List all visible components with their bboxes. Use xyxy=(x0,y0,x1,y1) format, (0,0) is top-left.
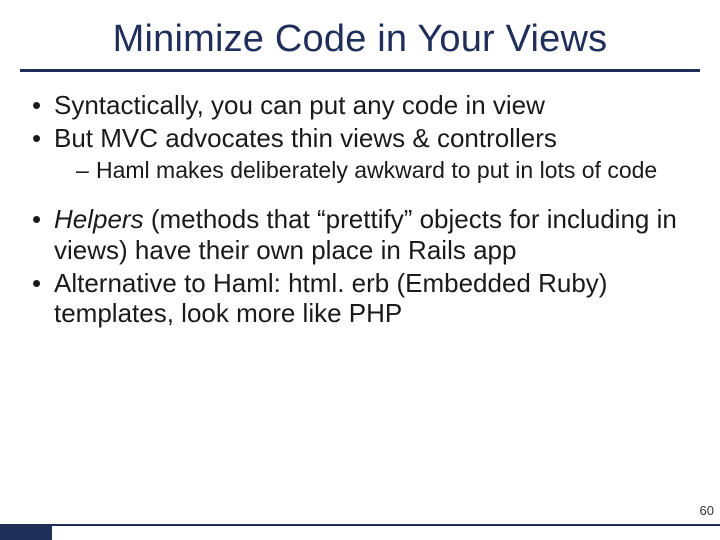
bullet-text: But MVC advocates thin views & controlle… xyxy=(54,123,557,153)
spacer xyxy=(32,194,688,204)
title-underline xyxy=(20,69,700,72)
bullet-item: Helpers (methods that “prettify” objects… xyxy=(32,204,688,265)
slide-title: Minimize Code in Your Views xyxy=(0,0,720,69)
bullet-text: Syntactically, you can put any code in v… xyxy=(54,90,545,120)
bullet-list: Helpers (methods that “prettify” objects… xyxy=(32,204,688,329)
bullet-text: (methods that “prettify” objects for inc… xyxy=(54,204,677,265)
sub-bullet-text: Haml makes deliberately awkward to put i… xyxy=(96,157,657,183)
sub-bullet-item: Haml makes deliberately awkward to put i… xyxy=(76,157,688,184)
bullet-item: Alternative to Haml: html. erb (Embedded… xyxy=(32,268,688,329)
slide: Minimize Code in Your Views Syntacticall… xyxy=(0,0,720,540)
bullet-list: Syntactically, you can put any code in v… xyxy=(32,90,688,184)
slide-body: Syntactically, you can put any code in v… xyxy=(0,90,720,329)
sub-bullet-list: Haml makes deliberately awkward to put i… xyxy=(54,157,688,184)
bullet-item: Syntactically, you can put any code in v… xyxy=(32,90,688,121)
bullet-emphasis: Helpers xyxy=(54,204,144,234)
footer-accent xyxy=(0,526,52,540)
page-number: 60 xyxy=(700,503,714,518)
bullet-item: But MVC advocates thin views & controlle… xyxy=(32,123,688,185)
bullet-text: Alternative to Haml: html. erb (Embedded… xyxy=(54,268,607,329)
footer-rule xyxy=(0,524,720,526)
